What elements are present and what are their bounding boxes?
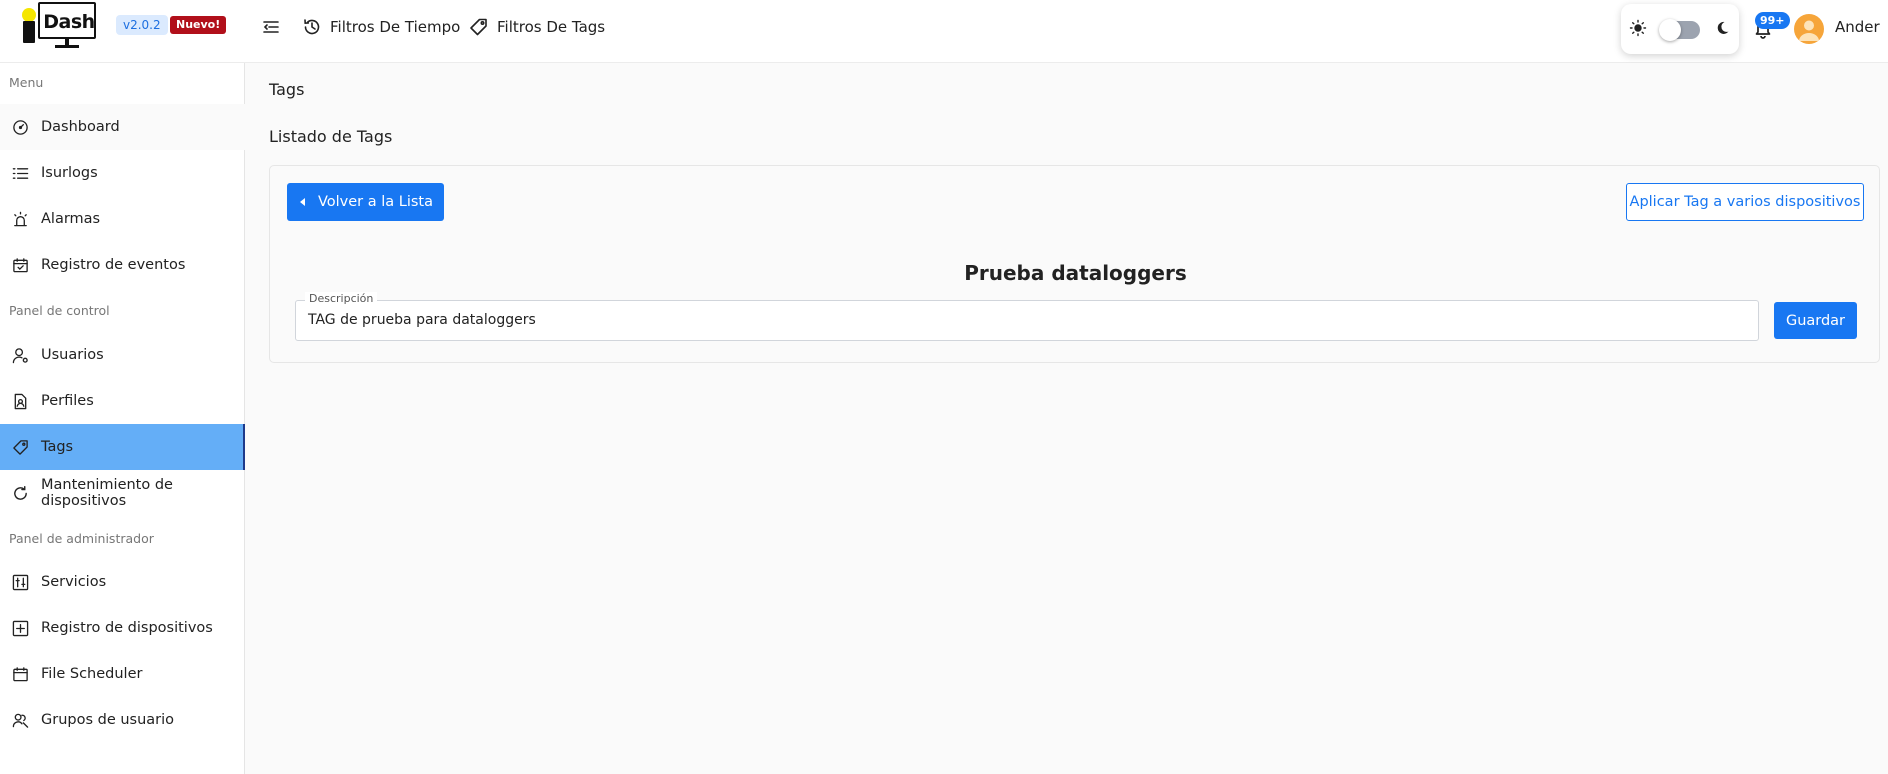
theme-switcher xyxy=(1621,4,1739,54)
sidebar-section-panel-admin: Panel de administrador xyxy=(9,531,154,546)
theme-toggle[interactable] xyxy=(1659,19,1700,41)
plus-square-icon xyxy=(12,620,29,636)
avatar[interactable] xyxy=(1794,14,1824,44)
sidebar-item-label: Usuarios xyxy=(41,347,104,363)
sun-icon xyxy=(1629,19,1647,37)
user-gear-icon xyxy=(12,347,28,363)
sidebar-item-label: File Scheduler xyxy=(41,666,143,682)
calendar-icon xyxy=(13,666,28,681)
menu-collapse-icon[interactable] xyxy=(262,18,280,36)
description-label: Descripción xyxy=(305,292,378,306)
tag-icon xyxy=(13,439,28,455)
back-to-list-label: Volver a la Lista xyxy=(317,194,434,210)
sidebar-item-usuarios[interactable]: Usuarios xyxy=(0,332,245,378)
sidebar-item-label: Registro de dispositivos xyxy=(41,620,213,636)
sidebar-item-grupos-usuario[interactable]: Grupos de usuario xyxy=(0,697,245,743)
sidebar-item-label: Grupos de usuario xyxy=(41,712,175,728)
tag-detail-card: Volver a la Lista Aplicar Tag a varios d… xyxy=(269,165,1880,363)
sidebar-item-alarmas[interactable]: Alarmas xyxy=(0,196,245,242)
app-logo[interactable]: Dash xyxy=(20,2,98,48)
sidebar-item-label: Isurlogs xyxy=(41,165,98,181)
logo-monitor-icon: Dash xyxy=(38,2,96,39)
time-filters-label: Filtros De Tiempo xyxy=(330,18,461,36)
tag-filters-label: Filtros De Tags xyxy=(497,18,606,36)
apply-tag-devices-button[interactable]: Aplicar Tag a varios dispositivos xyxy=(1626,183,1864,221)
description-field[interactable]: Descripción TAG de prueba para datalogge… xyxy=(295,292,1759,341)
page-title: Tags xyxy=(269,80,305,99)
top-header: Dash v2.0.2 Nuevo! Filtros De Tiempo Fil… xyxy=(0,0,1888,63)
sidebar-item-registro-dispositivos[interactable]: Registro de dispositivos xyxy=(0,605,245,651)
description-value[interactable]: TAG de prueba para dataloggers xyxy=(308,312,536,328)
user-group-icon xyxy=(12,713,29,728)
profile-doc-icon xyxy=(14,393,27,409)
caret-left-icon xyxy=(299,198,305,206)
clock-history-icon xyxy=(304,19,320,35)
calendar-check-icon xyxy=(13,257,28,272)
sidebar-item-registro-eventos[interactable]: Registro de eventos xyxy=(0,242,245,288)
sidebar-section-panel-control: Panel de control xyxy=(9,303,110,318)
sidebar-item-file-scheduler[interactable]: File Scheduler xyxy=(0,651,245,697)
logo-bulb-icon xyxy=(22,8,36,22)
tag-filters-button[interactable]: Filtros De Tags xyxy=(469,14,605,40)
user-name[interactable]: Ander xyxy=(1835,18,1880,36)
moon-icon xyxy=(1717,21,1729,34)
sidebar-item-label: Servicios xyxy=(41,574,107,590)
sidebar-item-isurlogs[interactable]: Isurlogs xyxy=(0,150,245,196)
tag-name-heading: Prueba dataloggers xyxy=(964,261,1187,285)
sidebar-item-tags[interactable]: Tags xyxy=(0,424,245,470)
logo-text: Dash xyxy=(43,11,95,33)
sidebar-item-label: Mantenimiento de dispositivos xyxy=(41,477,173,509)
version-badge: v2.0.2 xyxy=(116,15,168,35)
sidebar-item-perfiles[interactable]: Perfiles xyxy=(0,378,245,424)
user-avatar-icon xyxy=(1799,20,1819,41)
sidebar-section-menu: Menu xyxy=(9,75,44,90)
sidebar-item-label: Tags xyxy=(41,439,74,455)
notification-count-badge: 99+ xyxy=(1755,12,1790,29)
sidebar-item-dashboard[interactable]: Dashboard xyxy=(0,104,245,150)
alarm-icon xyxy=(14,211,27,226)
sidebar-item-label: Perfiles xyxy=(41,393,94,409)
sidebar-item-mantenimiento[interactable]: Mantenimiento de dispositivos xyxy=(0,470,245,516)
sidebar-item-label: Registro de eventos xyxy=(41,257,186,273)
sliders-icon xyxy=(12,574,29,590)
sidebar-item-label: Dashboard xyxy=(41,119,120,135)
list-icon xyxy=(12,167,29,179)
refresh-icon xyxy=(14,485,27,500)
tag-icon xyxy=(470,18,487,36)
sidebar-item-label: Alarmas xyxy=(41,211,101,227)
gauge-icon xyxy=(13,119,28,135)
section-title: Listado de Tags xyxy=(269,127,393,146)
sidebar: Menu Dashboard Isurlogs Alarmas Registro… xyxy=(0,63,245,774)
new-badge: Nuevo! xyxy=(170,16,227,34)
save-button[interactable]: Guardar xyxy=(1774,302,1857,339)
back-to-list-button[interactable]: Volver a la Lista xyxy=(287,183,444,221)
sidebar-item-servicios[interactable]: Servicios xyxy=(0,559,245,605)
time-filters-button[interactable]: Filtros De Tiempo xyxy=(302,14,460,40)
